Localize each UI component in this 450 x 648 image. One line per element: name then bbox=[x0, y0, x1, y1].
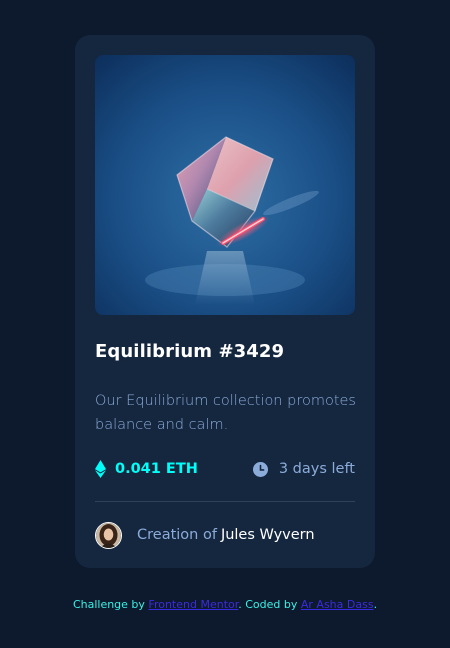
time-left-row: 3 days left bbox=[252, 459, 355, 479]
divider bbox=[95, 501, 355, 502]
clock-icon bbox=[252, 461, 268, 477]
price-value: 0.041 ETH bbox=[115, 461, 198, 477]
frontend-mentor-link[interactable]: Frontend Mentor bbox=[148, 598, 238, 611]
author-link[interactable]: Ar Asha Dass bbox=[301, 598, 374, 611]
creator-prefix: Creation of bbox=[137, 527, 217, 543]
price-row: 0.041 ETH bbox=[95, 459, 198, 479]
attribution-suffix: . bbox=[373, 598, 378, 611]
equilibrium-image[interactable] bbox=[95, 55, 355, 315]
cube-image-icon bbox=[95, 55, 355, 315]
creator-name-link[interactable]: Jules Wyvern bbox=[221, 527, 315, 543]
page: Equilibrium #3429 Our Equilibrium collec… bbox=[0, 0, 450, 648]
nft-title[interactable]: Equilibrium #3429 bbox=[95, 341, 284, 362]
creator-row: Creation of Jules Wyvern bbox=[95, 521, 315, 549]
attribution-prefix: Challenge by bbox=[72, 598, 145, 611]
nft-card: Equilibrium #3429 Our Equilibrium collec… bbox=[75, 35, 375, 568]
time-left-value: 3 days left bbox=[278, 461, 355, 477]
avatar-portrait-icon bbox=[96, 522, 121, 548]
ethereum-icon bbox=[95, 460, 106, 478]
attribution: Challenge by Frontend Mentor. Coded by A… bbox=[0, 598, 450, 611]
attribution-middle: . Coded by bbox=[238, 598, 298, 611]
avatar bbox=[95, 521, 122, 549]
nft-description: Our Equilibrium collection promotes bala… bbox=[95, 393, 356, 433]
